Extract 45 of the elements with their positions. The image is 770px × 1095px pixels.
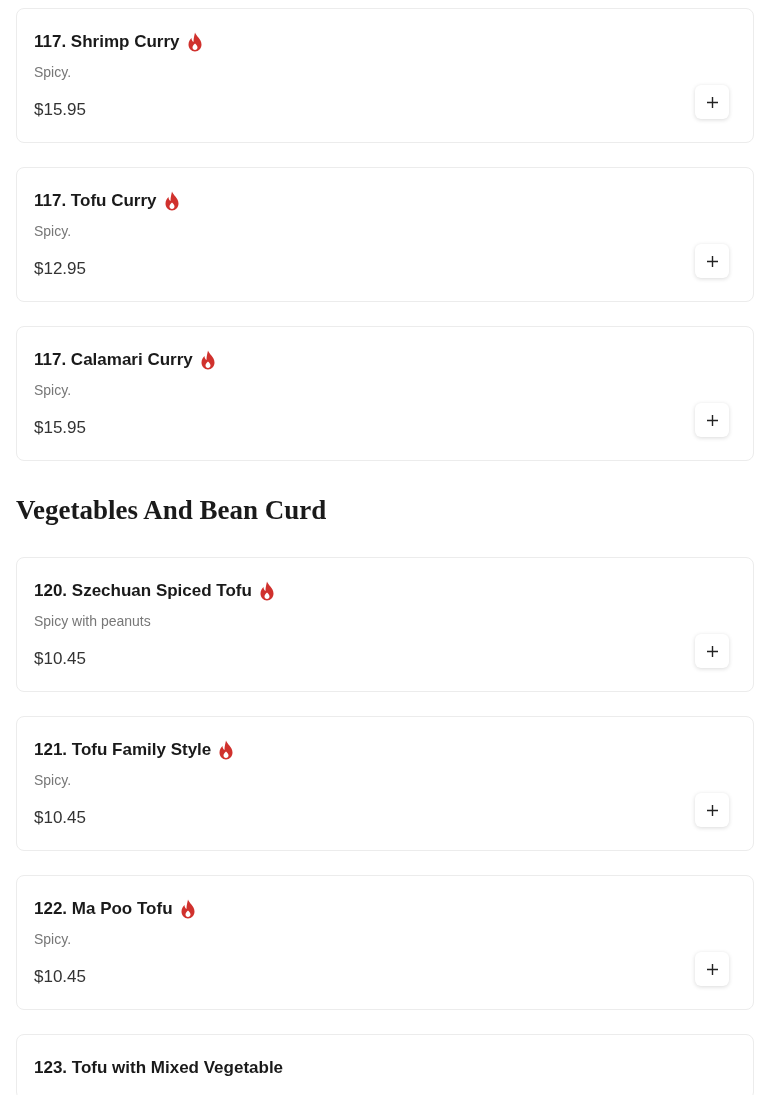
plus-icon	[706, 414, 718, 426]
flame-icon	[179, 899, 196, 919]
item-price: $10.45	[34, 966, 87, 988]
menu-item-card[interactable]: 121. Tofu Family Style Spicy. $10.45	[16, 716, 754, 851]
item-description: Spicy.	[34, 381, 73, 400]
plus-icon	[706, 804, 718, 816]
plus-icon	[706, 96, 718, 108]
item-name: 121. Tofu Family Style	[34, 740, 212, 760]
plus-icon	[706, 963, 718, 975]
menu-item-card[interactable]: 120. Szechuan Spiced Tofu Spicy with peanuts $10.45	[16, 557, 754, 692]
item-description: Spicy.	[34, 771, 73, 790]
flame-icon	[218, 740, 235, 760]
add-button[interactable]	[695, 244, 729, 278]
add-button[interactable]	[695, 403, 729, 437]
item-description: Spicy.	[34, 930, 73, 949]
flame-icon	[163, 191, 180, 211]
item-name: 117. Shrimp Curry	[34, 32, 180, 52]
menu-item-card[interactable]: 117. Shrimp Curry Spicy. $15.95	[16, 8, 754, 143]
flame-icon	[199, 350, 216, 370]
item-description: Spicy with peanuts	[34, 612, 152, 631]
item-description: Spicy.	[34, 63, 73, 82]
item-price: $12.95	[34, 258, 87, 280]
add-button[interactable]	[695, 952, 729, 986]
item-name: 120. Szechuan Spiced Tofu	[34, 581, 252, 601]
menu-item-card[interactable]: 117. Calamari Curry Spicy. $15.95	[16, 326, 754, 461]
item-description: Spicy.	[34, 222, 73, 241]
item-price: $10.45	[34, 807, 87, 829]
flame-icon	[258, 581, 275, 601]
item-name: 122. Ma Poo Tofu	[34, 899, 173, 919]
flame-icon	[186, 32, 203, 52]
item-name: 123. Tofu with Mixed Vegetable	[34, 1058, 284, 1078]
item-price: $15.95	[34, 99, 87, 121]
item-name: 117. Tofu Curry	[34, 191, 157, 211]
plus-icon	[706, 255, 718, 267]
add-button[interactable]	[695, 85, 729, 119]
menu-item-card[interactable]: 123. Tofu with Mixed Vegetable	[16, 1034, 754, 1095]
add-button[interactable]	[695, 793, 729, 827]
menu-item-card[interactable]: 117. Tofu Curry Spicy. $12.95	[16, 167, 754, 302]
plus-icon	[706, 645, 718, 657]
item-price: $10.45	[34, 648, 87, 670]
item-price: $15.95	[34, 417, 87, 439]
add-button[interactable]	[695, 634, 729, 668]
section-heading: Vegetables And Bean Curd	[16, 494, 328, 526]
item-name: 117. Calamari Curry	[34, 350, 193, 370]
menu-item-card[interactable]: 122. Ma Poo Tofu Spicy. $10.45	[16, 875, 754, 1010]
